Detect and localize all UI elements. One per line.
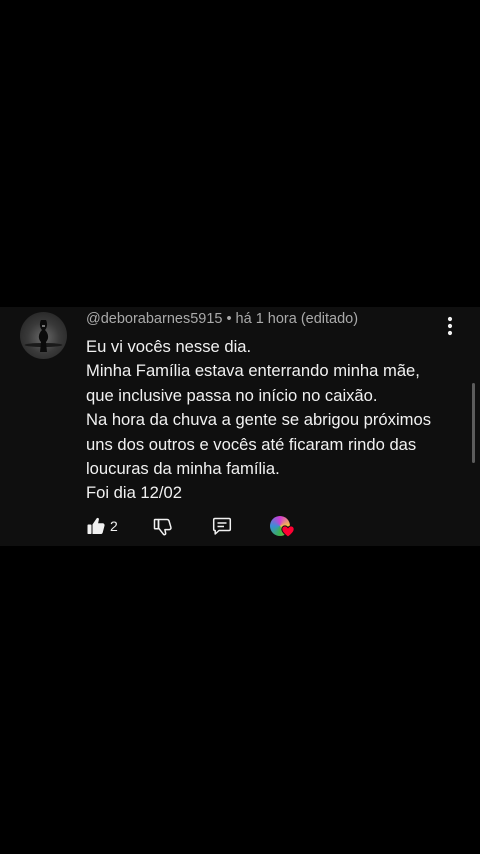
meta-separator: • (226, 311, 232, 327)
comment-line: Minha Família estava enterrando minha mã… (86, 361, 420, 381)
more-vertical-icon (447, 316, 453, 336)
reply-button[interactable] (212, 514, 234, 538)
reply-comment-icon (212, 517, 232, 535)
author-handle[interactable]: @deborabarnes5915 (86, 311, 222, 327)
more-options-button[interactable] (440, 315, 460, 337)
comment-card: @deborabarnes5915 • há 1 hora (editado) Eu… (0, 307, 480, 546)
creator-heart-icon (281, 525, 295, 538)
dislike-button[interactable] (153, 514, 175, 538)
thumbs-down-icon (153, 518, 172, 536)
avatar[interactable] (20, 312, 67, 359)
comment-line: Na hora da chuva a gente se abrigou próx… (86, 410, 431, 430)
scrollbar[interactable] (472, 383, 475, 463)
creator-heart[interactable] (270, 516, 296, 540)
comment-line: uns dos outros e vocês até ficaram rindo… (86, 434, 417, 454)
like-button[interactable]: 2 (86, 514, 126, 538)
comment-timestamp: há 1 hora (editado) (235, 311, 359, 327)
comment-line: Eu vi vocês nesse dia. (86, 337, 252, 356)
comment-text: Eu vi vocês nesse dia. Minha Família est… (86, 335, 456, 506)
comment-meta: @deborabarnes5915 • há 1 hora (editado) (86, 311, 358, 327)
comment-line: que inclusive passa no início no caixão. (86, 385, 378, 405)
thumbs-up-icon (87, 517, 105, 534)
comment-line: loucuras da minha família. (86, 459, 280, 479)
comment-line: Foi dia 12/02 (86, 483, 182, 503)
like-count: 2 (110, 518, 118, 534)
